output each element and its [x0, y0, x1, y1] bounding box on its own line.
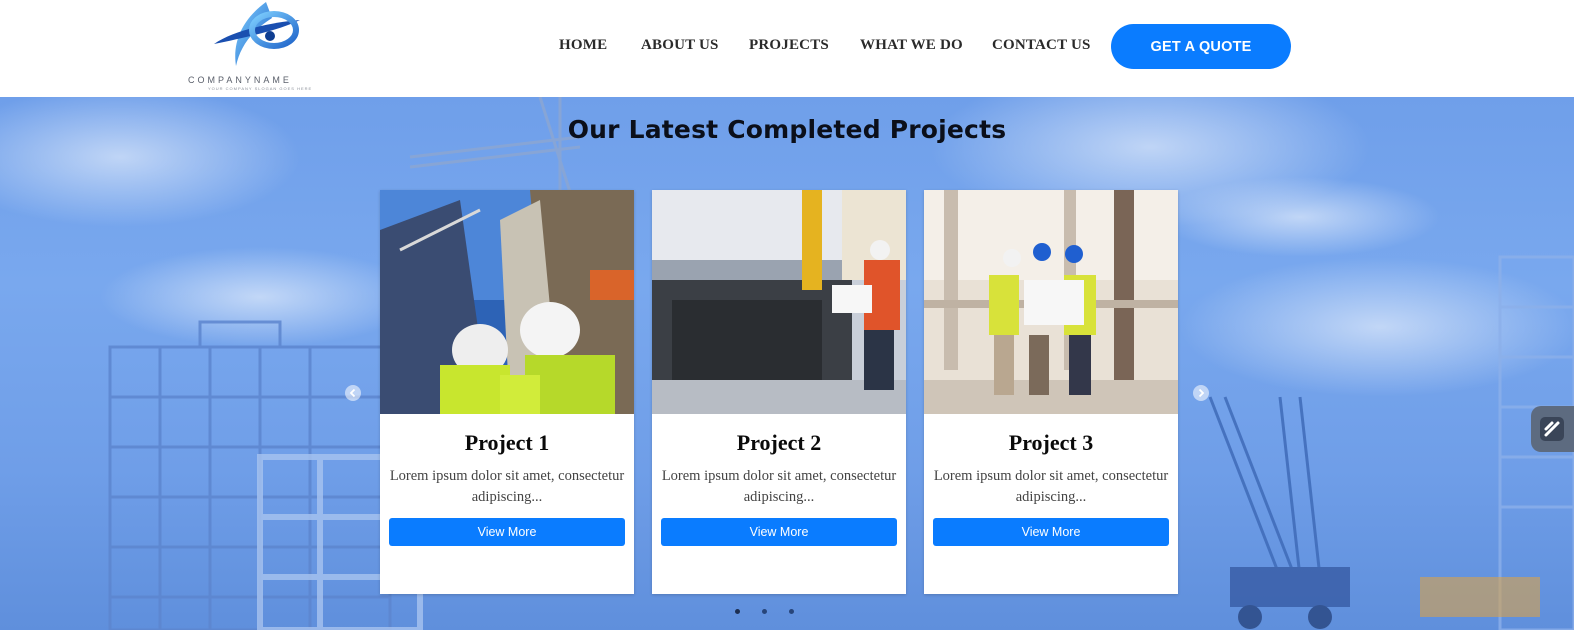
project-description: Lorem ipsum dolor sit amet, consectetur … — [661, 468, 897, 505]
carousel-dots — [0, 609, 1574, 617]
project-title: Project 2 — [736, 430, 822, 455]
project-card: Project 3 Lorem ipsum dolor sit amet, co… — [924, 190, 1178, 594]
nav-projects[interactable]: PROJECTS — [749, 37, 829, 54]
project-description: Lorem ipsum dolor sit amet, consectetur … — [933, 468, 1169, 505]
project-card: Project 2 Lorem ipsum dolor sit amet, co… — [652, 190, 906, 594]
logo-mark-icon — [214, 2, 300, 66]
project-title: Project 3 — [1008, 430, 1094, 455]
view-more-button[interactable]: View More — [661, 518, 897, 546]
project-title: Project 1 — [464, 430, 550, 455]
carousel-next-button[interactable] — [1193, 385, 1209, 401]
get-a-quote-button[interactable]: GET A QUOTE — [1111, 24, 1291, 69]
nav-contact-us[interactable]: CONTACT US — [992, 37, 1091, 54]
chevron-left-icon — [349, 388, 356, 398]
chevron-right-icon — [1198, 388, 1205, 398]
carousel-prev-button[interactable] — [345, 385, 361, 401]
nav-what-we-do[interactable]: WHAT WE DO — [860, 37, 963, 54]
view-more-button[interactable]: View More — [933, 518, 1169, 546]
project-image — [924, 190, 1178, 414]
view-more-button[interactable]: View More — [389, 518, 625, 546]
logo-name: COMPANYNAME — [188, 75, 292, 85]
project-card: Project 1 Lorem ipsum dolor sit amet, co… — [380, 190, 634, 594]
team-blueprint-photo — [924, 190, 1178, 414]
company-logo[interactable]: COMPANYNAME YOUR COMPANY SLOGAN GOES HER… — [186, 0, 326, 92]
section-title: Our Latest Completed Projects — [567, 115, 1007, 144]
nav-home[interactable]: HOME — [559, 37, 607, 54]
projects-section: Our Latest Completed Projects Project 1 … — [0, 97, 1574, 630]
site-header: COMPANYNAME YOUR COMPANY SLOGAN GOES HER… — [0, 0, 1574, 97]
nav-about-us[interactable]: ABOUT US — [641, 37, 719, 54]
workers-site-photo — [380, 190, 634, 414]
carousel-dot[interactable] — [735, 609, 740, 614]
project-description: Lorem ipsum dolor sit amet, consectetur … — [389, 468, 625, 505]
pen-icon — [1540, 417, 1564, 441]
side-widget-tab[interactable] — [1531, 406, 1574, 452]
carousel-dot[interactable] — [762, 609, 767, 614]
logo-tagline: YOUR COMPANY SLOGAN GOES HERE — [208, 86, 313, 91]
engineer-site-photo — [652, 190, 906, 414]
project-image — [652, 190, 906, 414]
project-image — [380, 190, 634, 414]
carousel-dot[interactable] — [789, 609, 794, 614]
